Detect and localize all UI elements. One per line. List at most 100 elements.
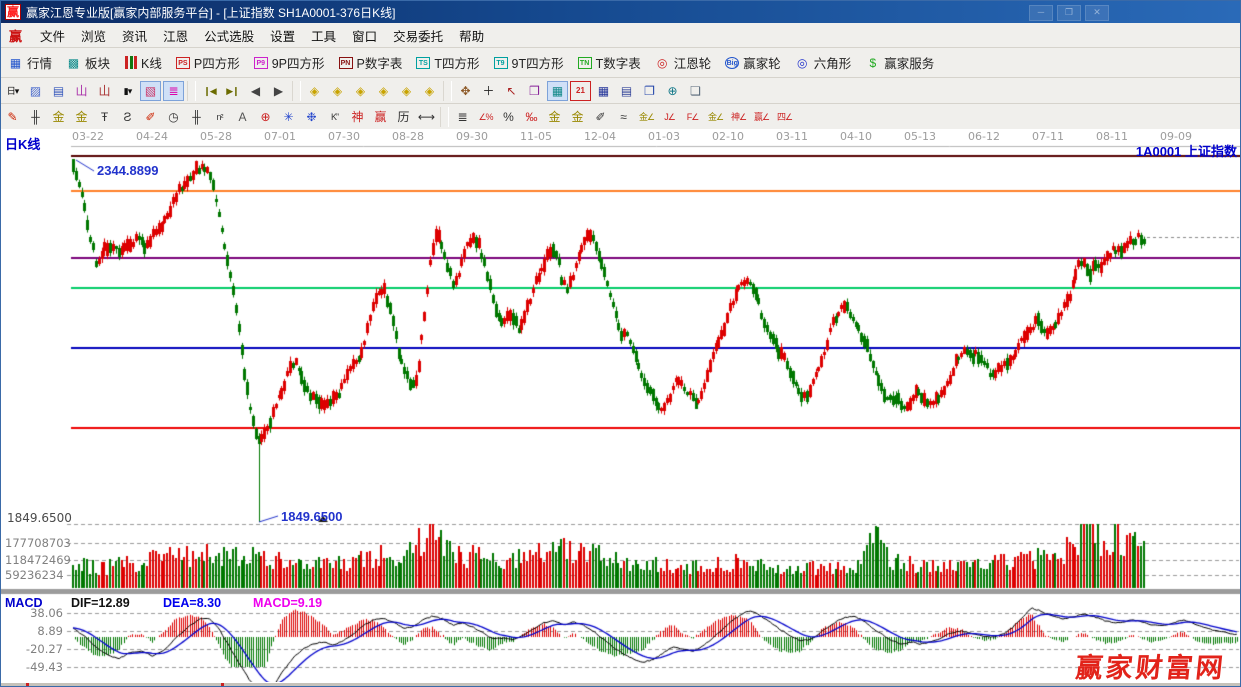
gann-wheel-button[interactable]: ◎江恩轮 [648, 51, 719, 74]
gann-diamond-left-icon[interactable]: ◈ [304, 81, 325, 101]
menu-item-3[interactable]: 江恩 [155, 23, 196, 48]
j-angle-icon[interactable]: J∠ [659, 107, 680, 127]
tick-grid-icon[interactable]: ╫ [186, 107, 207, 127]
horizontal-scrollbar[interactable] [1, 682, 1240, 687]
quotes-button[interactable]: ▦行情 [1, 51, 59, 74]
pattern-tool-icon[interactable]: ▦ [547, 81, 568, 101]
minimize-button[interactable]: ─ [1029, 5, 1053, 21]
gold-angle2-icon[interactable]: 金∠ [705, 107, 726, 127]
price-levels-icon[interactable]: ≣ [452, 107, 473, 127]
boxed-star-icon[interactable]: ❉ [301, 107, 322, 127]
gann-diamond-cross-icon[interactable]: ◈ [396, 81, 417, 101]
time-cycle-icon[interactable]: ◷ [163, 107, 184, 127]
chart-layout-icon[interactable]: ▨ [25, 81, 46, 101]
permille-icon[interactable]: ‰ [521, 107, 542, 127]
gann-diamond-expand-icon[interactable]: ◈ [419, 81, 440, 101]
gann-gold-grid-icon[interactable]: 金 [48, 107, 69, 127]
next-bar-icon[interactable]: ▶ [268, 81, 289, 101]
shen-tool-icon[interactable]: 神 [347, 107, 368, 127]
prev-bar-icon[interactable]: ◀ [245, 81, 266, 101]
go-first-icon[interactable]: ❙◀ [199, 81, 220, 101]
k-wave-icon[interactable]: K” [324, 107, 345, 127]
period-day-selector-icon[interactable]: 日▾ [2, 81, 23, 101]
si-angle-icon[interactable]: 四∠ [774, 107, 795, 127]
star-burst-icon[interactable]: ✳ [278, 107, 299, 127]
grid-lines-icon[interactable]: ╫ [25, 107, 46, 127]
f-angle-icon[interactable]: F∠ [682, 107, 703, 127]
menu-item-5[interactable]: 设置 [262, 23, 303, 48]
ying-tool-icon[interactable]: 赢 [370, 107, 391, 127]
p9-badge-icon: P9 [254, 57, 268, 69]
bars-3-icon[interactable]: 山 [71, 81, 92, 101]
gold-angle-icon[interactable]: 金∠ [636, 107, 657, 127]
network-icon[interactable]: ⊕ [662, 81, 683, 101]
calculator-icon[interactable]: ▦ [593, 81, 614, 101]
9p-square-button[interactable]: P99P四方形 [247, 51, 332, 74]
menu-item-9[interactable]: 帮助 [451, 23, 492, 48]
9t-square-button[interactable]: T99T四方形 [487, 51, 571, 74]
f-grid-icon[interactable]: Ŧ [94, 107, 115, 127]
gann-diamond-horizontal-icon[interactable]: ◈ [350, 81, 371, 101]
wave-lines-icon[interactable]: ≈ [613, 107, 634, 127]
gann-diamond-compress-icon[interactable]: ◈ [373, 81, 394, 101]
menu-item-2[interactable]: 资讯 [114, 23, 155, 48]
window-title: 赢家江恩专业版[赢家内部服务平台] - [上证指数 SH1A0001-376日K… [26, 4, 395, 21]
p-square-button[interactable]: PSP四方形 [169, 51, 247, 74]
shen-angle-icon[interactable]: 神∠ [728, 107, 749, 127]
gann-gold-grid2-icon[interactable]: 金 [71, 107, 92, 127]
bars-9-icon[interactable]: 山 [94, 81, 115, 101]
calendar-icon[interactable]: 21 [570, 81, 591, 101]
menu-item-8[interactable]: 交易委托 [385, 23, 451, 48]
sectors-button[interactable]: ▩板块 [59, 51, 117, 74]
save-icon[interactable]: ❐ [639, 81, 660, 101]
ying-angle-icon[interactable]: 赢∠ [751, 107, 772, 127]
width-measure-icon[interactable]: ⟷ [416, 107, 437, 127]
print-icon[interactable]: ❏ [685, 81, 706, 101]
colored-histogram-icon[interactable]: ≣ [163, 81, 184, 101]
gold-lines-icon[interactable]: 金 [567, 107, 588, 127]
ps-badge-icon: PS [176, 57, 190, 69]
clipboard-tool-icon[interactable]: ❒ [524, 81, 545, 101]
pointer-tool-icon[interactable]: ↖ [501, 81, 522, 101]
winner-service-button[interactable]: $赢家服务 [858, 51, 941, 74]
angle-percent-icon[interactable]: ∠% [475, 107, 496, 127]
circle-gold-icon[interactable]: 金 [544, 107, 565, 127]
info-panel-icon[interactable]: ▤ [48, 81, 69, 101]
draw-brush-icon[interactable]: ✎ [2, 107, 23, 127]
date-tick-08-28: 08-28 [386, 130, 430, 143]
kline-button[interactable]: K线 [117, 51, 169, 74]
crosshair-icon[interactable]: ＋ [478, 81, 499, 101]
menu-item-4[interactable]: 公式选股 [196, 23, 262, 48]
date-tick-07-11: 07-11 [1026, 130, 1070, 143]
go-last-icon[interactable]: ▶❙ [222, 81, 243, 101]
pane-label: 日K线 [5, 134, 40, 153]
low-price-axis-label: 1849.6500 [7, 511, 65, 525]
hexagon-button[interactable]: ◎六角形 [788, 51, 859, 74]
candle-style-icon[interactable]: ▮▾ [117, 81, 138, 101]
p-number-table-button[interactable]: PNP数字表 [332, 51, 410, 74]
hand-tool-icon[interactable]: ✥ [455, 81, 476, 101]
winner-wheel-button[interactable]: Big赢家轮 [718, 51, 788, 74]
candle-icon [124, 56, 137, 69]
menu-item-6[interactable]: 工具 [303, 23, 344, 48]
menu-item-1[interactable]: 浏览 [73, 23, 114, 48]
date-tick-07-30: 07-30 [322, 130, 366, 143]
n-squared-icon[interactable]: n² [209, 107, 230, 127]
t-number-table-button[interactable]: TNT数字表 [571, 51, 648, 74]
menu-item-7[interactable]: 窗口 [344, 23, 385, 48]
trend-background-icon[interactable]: ▧ [140, 81, 161, 101]
gann-diamond-right-icon[interactable]: ◈ [327, 81, 348, 101]
percent-icon[interactable]: % [498, 107, 519, 127]
spiral-icon[interactable]: Ƨ [117, 107, 138, 127]
red-brush-icon[interactable]: ✐ [140, 107, 161, 127]
menu-item-0[interactable]: 文件 [32, 23, 73, 48]
notes-icon[interactable]: ▤ [616, 81, 637, 101]
calendar-123-icon[interactable]: 历 [393, 107, 414, 127]
macd-axis-label: 38.06 [5, 606, 63, 620]
angle-a-icon[interactable]: A [232, 107, 253, 127]
close-button[interactable]: ✕ [1085, 5, 1109, 21]
t-square-button[interactable]: TST四方形 [409, 51, 486, 74]
circle-cross-icon[interactable]: ⊕ [255, 107, 276, 127]
ink-brush-icon[interactable]: ✐ [590, 107, 611, 127]
maximize-button[interactable]: ❐ [1057, 5, 1081, 21]
